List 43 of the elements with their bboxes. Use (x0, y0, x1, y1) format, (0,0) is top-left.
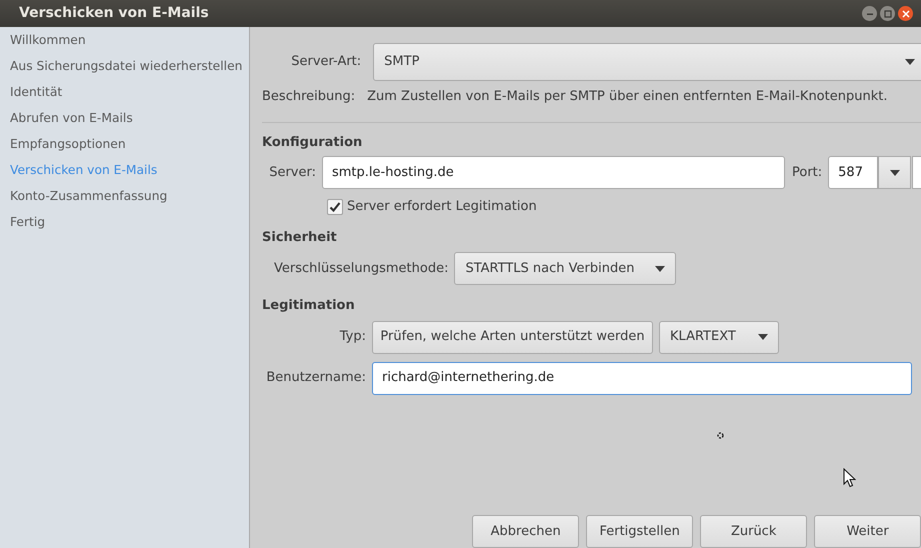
maximize-icon (884, 10, 892, 18)
dialog-button[interactable]: Fertigstellen (586, 515, 694, 548)
spin-down-button[interactable] (878, 156, 912, 189)
dialog-button[interactable]: Weiter (814, 515, 921, 548)
sidebar-item[interactable]: Willkommen (0, 28, 249, 54)
section-heading: Legitimation (262, 297, 356, 315)
minimize-button[interactable] (862, 6, 877, 21)
section-heading: Sicherheit (262, 228, 338, 246)
close-icon (902, 10, 910, 18)
caret-icon (890, 170, 900, 176)
caret-icon (758, 334, 768, 340)
auth-checkbox[interactable]: Server erfordert Legitimation (327, 197, 537, 216)
window-title: Verschicken von E-Mails (19, 4, 209, 23)
dialog-button[interactable]: Abbrechen (472, 515, 580, 548)
server-field[interactable]: smtp.le-hosting.de (322, 156, 785, 189)
checkmark-icon (329, 200, 341, 213)
description-text: Zum Zustellen von E-Mails per SMTP über einen entfernten E-Mail-Knotenpunkt. (367, 88, 888, 106)
caret-icon (655, 266, 666, 272)
field-label: Verschlüsselungsmethode: (274, 260, 448, 278)
server-type-dropdown[interactable]: SMTP (373, 43, 921, 81)
caret-icon (905, 59, 916, 65)
sidebar-item[interactable]: Empfangsoptionen (0, 132, 249, 158)
sidebar-item[interactable]: Fertig (0, 210, 249, 236)
close-button[interactable] (898, 6, 913, 21)
field-label: Server-Art: (290, 53, 362, 72)
field-label: Benutzername: (265, 369, 366, 388)
sidebar-item[interactable]: Aus Sicherungsdatei wiederherstellen (0, 54, 249, 80)
check-types-button[interactable]: Prüfen, welche Arten unterstützt werden (372, 320, 653, 354)
field-label: Typ: (338, 328, 366, 346)
username-field[interactable]: richard@internethering.de (372, 362, 912, 394)
field-label: Port: (792, 164, 822, 182)
field-label: Server: (268, 164, 316, 182)
sidebar-item[interactable]: Konto-Zusammenfassung (0, 184, 249, 210)
port-field[interactable]: 587 (828, 156, 878, 189)
sidebar-item[interactable]: Identität (0, 80, 249, 106)
pointer-icon (843, 468, 856, 488)
sidebar-item[interactable]: Abrufen von E-Mails (0, 106, 249, 132)
encryption-dropdown[interactable]: STARTTLS nach Verbinden (454, 252, 676, 285)
field-label: Beschreibung: (262, 88, 356, 106)
section-heading: Konfiguration (262, 134, 364, 152)
dialog-button[interactable]: Zurück (700, 515, 808, 548)
busy-cursor-icon (717, 432, 724, 438)
auth-type-dropdown[interactable]: KLARTEXT (659, 320, 779, 354)
